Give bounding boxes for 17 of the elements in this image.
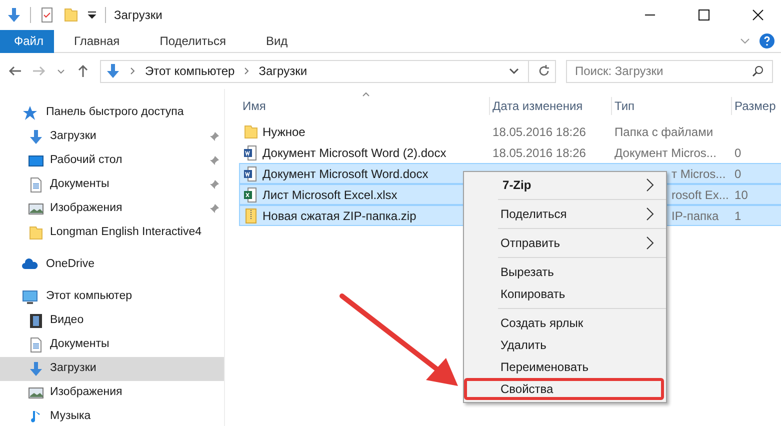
file-type: Папка с файлами: [614, 124, 714, 138]
file-date: 18.05.2016 18:26: [492, 146, 586, 160]
file-type: rosoft Ex...: [672, 188, 729, 202]
file-type: т Micros...: [672, 166, 726, 180]
file-date: 18.05.2016 18:26: [492, 124, 586, 138]
file-size: 0: [734, 146, 742, 160]
file-name: Нужное: [262, 124, 306, 140]
file-name: Новая сжатая ZIP-папка.zip: [262, 208, 416, 224]
file-size: 10: [734, 188, 748, 202]
window-title: Загрузки: [114, 7, 164, 24]
file-type: Документ Micros...: [614, 146, 716, 160]
file-size: 1: [734, 208, 742, 222]
file-size: 0: [734, 166, 742, 180]
file-name: Лист Microsoft Excel.xlsx: [262, 186, 398, 204]
file-name: Документ Microsoft Word.docx: [262, 166, 428, 182]
file-name: Документ Microsoft Word (2).docx: [262, 144, 446, 162]
file-type: IP-папка: [672, 208, 719, 222]
